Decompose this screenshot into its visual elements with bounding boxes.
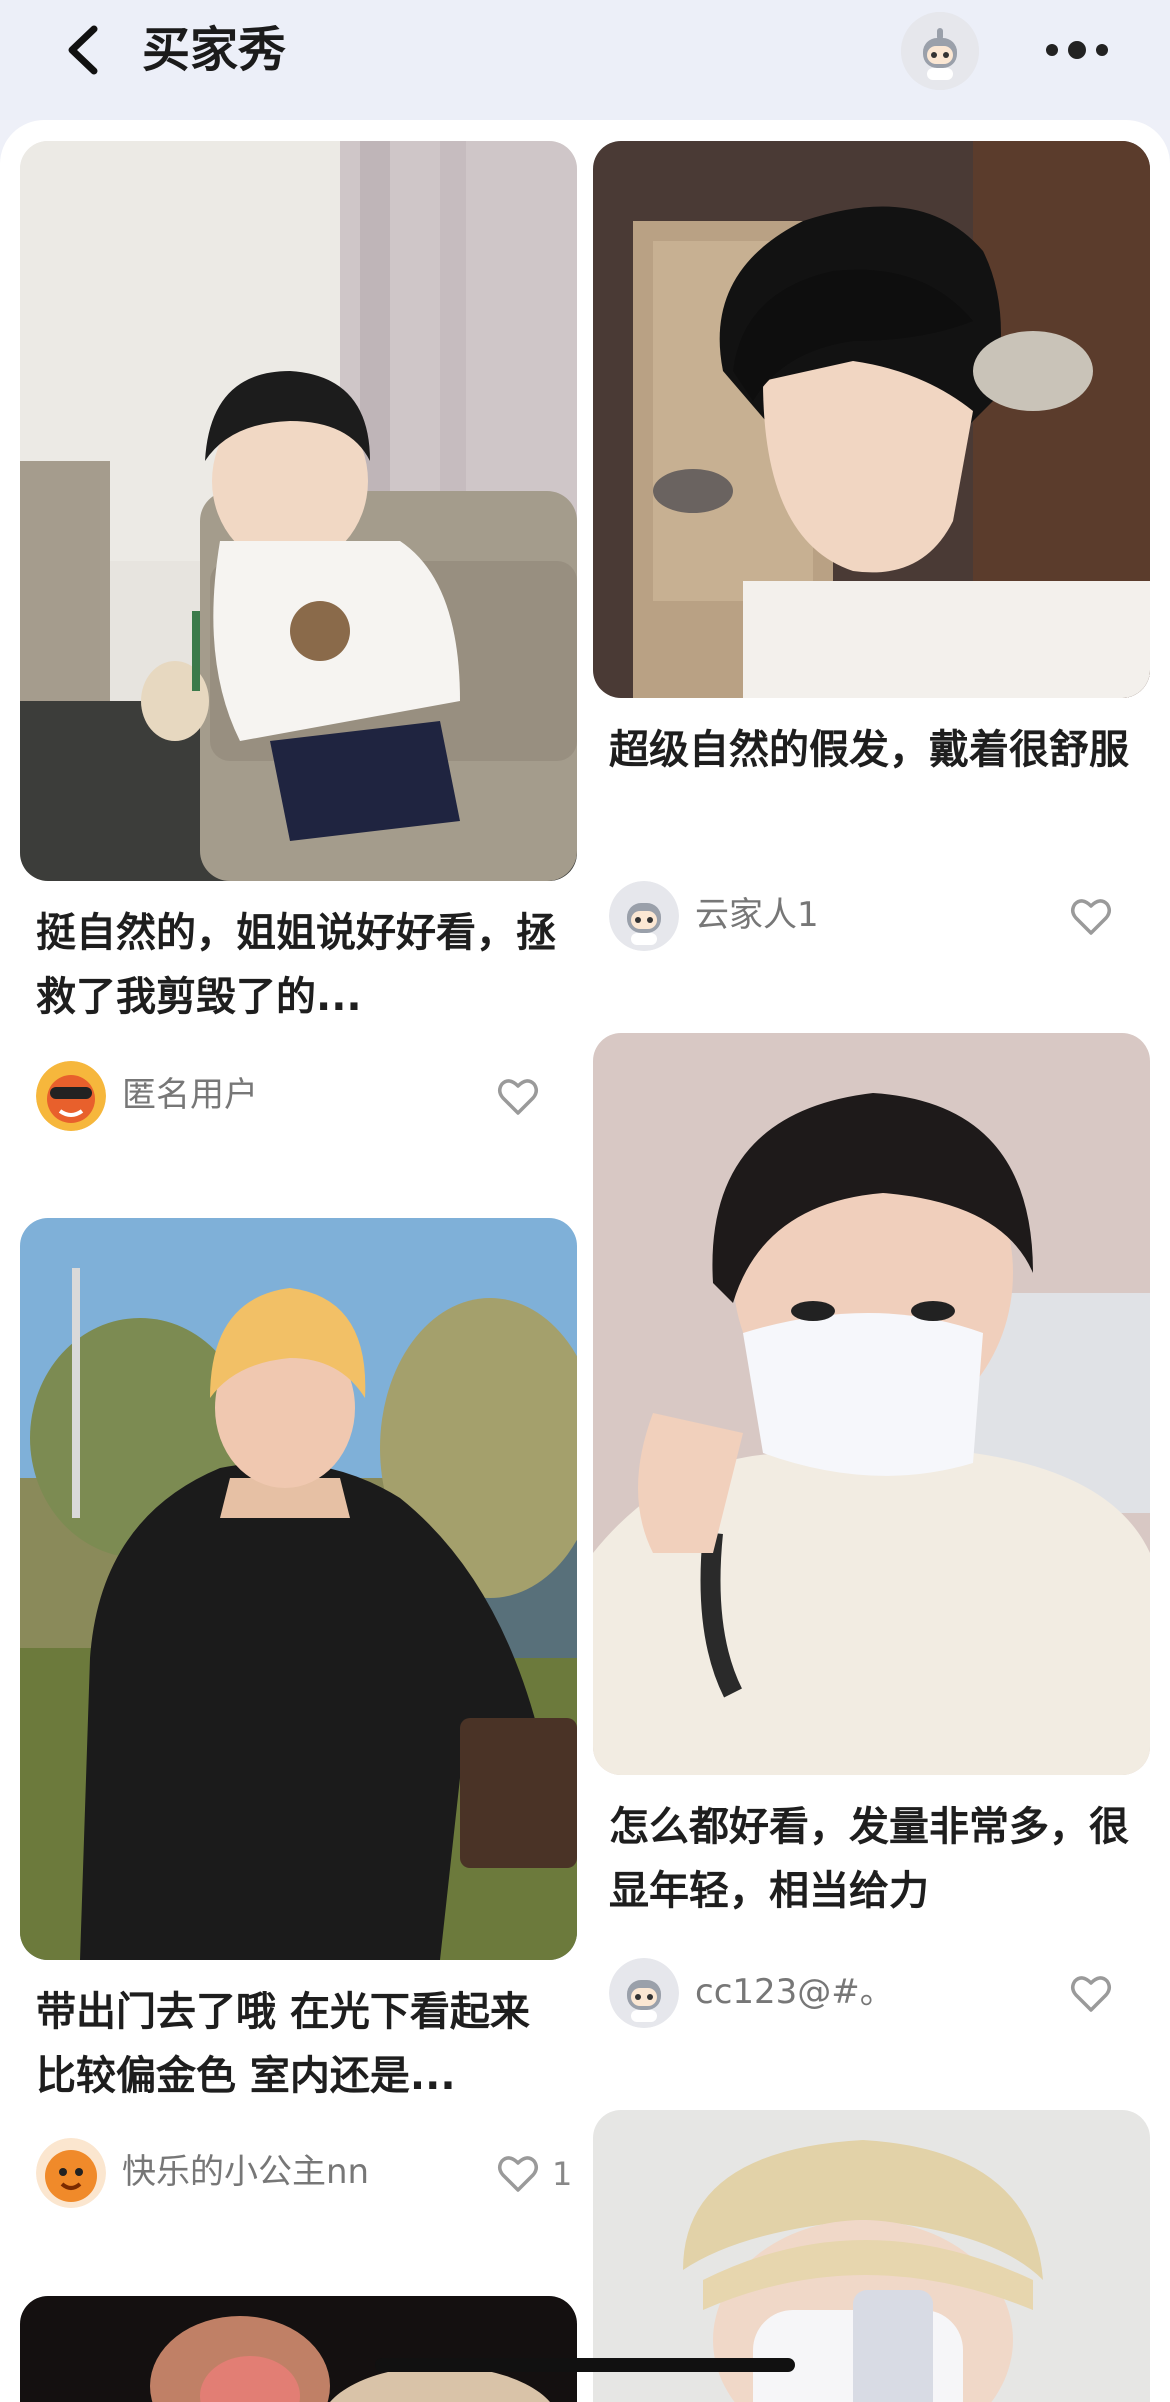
review-card[interactable]: 挺自然的，姐姐说好好看，拯救了我剪毁了的... 匿名用户 [20,141,577,1141]
heart-icon [1071,1976,1111,2012]
reviews-feed[interactable]: 挺自然的，姐姐说好好看，拯救了我剪毁了的... 匿名用户 超级自然的假发，戴着很… [0,120,1170,2402]
like-count: 1 [552,2155,573,2193]
review-card[interactable]: 带出门去了哦 在光下看起来比较偏金色 室内还是... 快乐的小公主nn 1 [20,1218,577,2218]
robot-avatar-icon[interactable] [901,12,979,90]
heart-icon [1071,899,1111,935]
back-button[interactable] [50,15,120,85]
more-button[interactable] [1040,20,1114,80]
user-avatar[interactable] [36,2138,106,2208]
review-photo[interactable] [593,141,1150,698]
like-button[interactable] [1069,895,1113,939]
review-card[interactable]: 怎么都好看，发量非常多，很显年轻，相当给力 cc123@#。 [593,1033,1150,2033]
user-name: 云家人1 [695,895,819,935]
back-arrow-icon [68,25,98,75]
review-author[interactable]: 快乐的小公主nn 1 [36,2138,576,2210]
app-screen: 买家秀 挺自然的，姐姐说好好看，拯救了我剪毁了的... 匿名用户 超级自然的假发… [0,0,1170,2402]
heart-icon [498,2156,538,2192]
review-author[interactable]: 云家人1 [609,881,1149,953]
heart-icon [498,1079,538,1115]
user-avatar[interactable] [609,1958,679,2028]
like-button[interactable]: 1 [496,2152,596,2196]
home-indicator[interactable] [375,2358,795,2372]
review-photo[interactable] [593,1033,1150,1775]
user-avatar[interactable] [36,1061,106,1131]
review-photo[interactable] [20,1218,577,1960]
user-name: 快乐的小公主nn [122,2152,370,2192]
review-title: 超级自然的假发，戴着很舒服 [609,727,1129,773]
review-title: 怎么都好看，发量非常多，很显年轻，相当给力 [609,1804,1129,1914]
review-card[interactable]: 超级自然的假发，戴着很舒服 云家人1 [593,141,1150,1021]
review-author[interactable]: 匿名用户 [36,1061,576,1133]
like-button[interactable] [1069,1972,1113,2016]
user-avatar[interactable] [609,881,679,951]
review-card[interactable] [20,2296,577,2402]
review-photo[interactable] [20,2296,577,2402]
user-name: 匿名用户 [122,1075,258,1115]
review-title: 带出门去了哦 在光下看起来比较偏金色 室内还是... [36,1989,530,2099]
review-author[interactable]: cc123@#。 [609,1958,1149,2030]
review-title: 挺自然的，姐姐说好好看，拯救了我剪毁了的... [36,910,556,1020]
page-title: 买家秀 [142,22,287,78]
user-name: cc123@#。 [695,1972,894,2012]
like-button[interactable] [496,1075,540,1119]
review-photo[interactable] [20,141,577,881]
top-bar: 买家秀 [0,0,1170,120]
more-dots-icon [1046,41,1108,59]
